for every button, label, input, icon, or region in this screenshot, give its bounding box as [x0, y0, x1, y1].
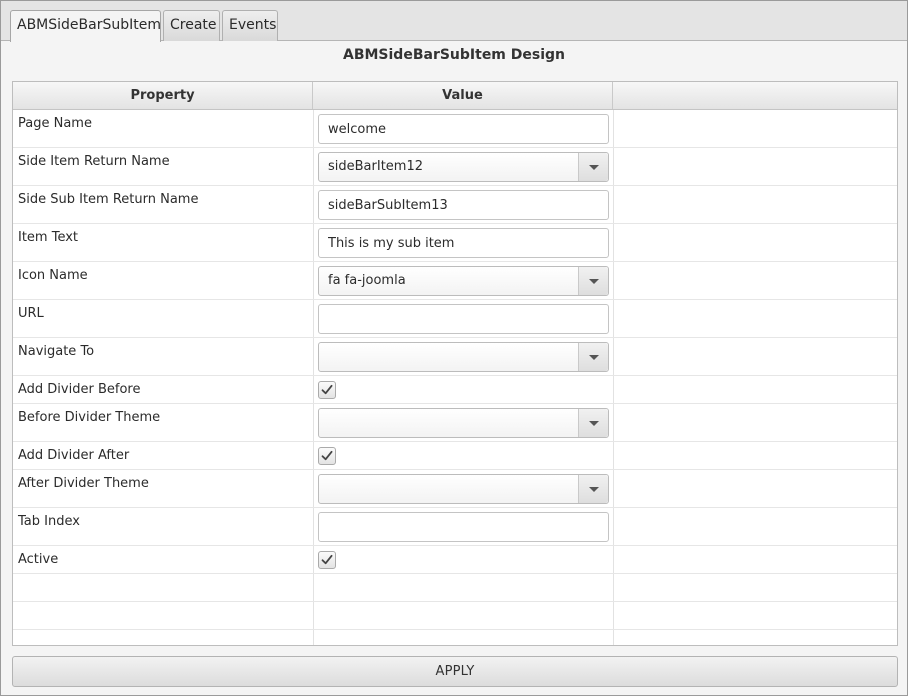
- property-label: Item Text: [18, 230, 79, 245]
- property-checkbox[interactable]: [318, 447, 336, 465]
- column-divider: [313, 546, 314, 573]
- table-row: Before Divider Theme: [13, 404, 897, 442]
- property-value-input[interactable]: [318, 304, 609, 334]
- tab-bar: ABMSideBarSubItem Create Events: [1, 1, 907, 42]
- column-header-property[interactable]: Property: [13, 82, 313, 109]
- column-divider: [313, 338, 314, 375]
- table-row: Side Item Return Name sideBarItem12: [13, 148, 897, 186]
- column-divider: [613, 404, 614, 441]
- table-row: Navigate To: [13, 338, 897, 376]
- property-label: Page Name: [18, 116, 92, 131]
- column-divider: [613, 574, 614, 601]
- property-label: Before Divider Theme: [18, 410, 161, 425]
- property-label: Icon Name: [18, 268, 88, 283]
- column-divider: [313, 508, 314, 545]
- chevron-down-icon[interactable]: [578, 343, 608, 371]
- column-divider: [313, 470, 314, 507]
- property-label: Add Divider Before: [18, 382, 141, 397]
- empty-row: [13, 574, 897, 602]
- column-divider: [313, 262, 314, 299]
- column-divider: [613, 376, 614, 403]
- tab-events[interactable]: Events: [222, 10, 278, 41]
- column-header-value[interactable]: Value: [313, 82, 613, 109]
- column-divider: [313, 404, 314, 441]
- column-divider: [613, 262, 614, 299]
- tab-abmsidebarsubitem[interactable]: ABMSideBarSubItem: [10, 10, 161, 42]
- property-value-combo[interactable]: [318, 342, 609, 372]
- column-divider: [613, 508, 614, 545]
- property-label: Tab Index: [18, 514, 80, 529]
- column-divider: [313, 376, 314, 403]
- table-header: Property Value: [13, 82, 897, 110]
- property-value-input[interactable]: [318, 228, 609, 258]
- column-divider: [613, 300, 614, 337]
- table-row: Tab Index: [13, 508, 897, 546]
- designer-window: ABMSideBarSubItem Create Events ABMSideB…: [0, 0, 908, 696]
- column-divider: [313, 442, 314, 469]
- property-label: Side Sub Item Return Name: [18, 192, 199, 207]
- column-divider: [313, 148, 314, 185]
- property-label: Add Divider After: [18, 448, 130, 463]
- column-divider: [613, 338, 614, 375]
- property-label: Active: [18, 552, 59, 567]
- table-row: After Divider Theme: [13, 470, 897, 508]
- property-value-combo[interactable]: fa fa-joomla: [318, 266, 609, 296]
- column-divider: [313, 186, 314, 223]
- column-divider: [613, 470, 614, 507]
- column-divider: [613, 224, 614, 261]
- property-value-combo[interactable]: sideBarItem12: [318, 152, 609, 182]
- column-divider: [613, 110, 614, 147]
- apply-button[interactable]: APPLY: [12, 656, 898, 687]
- property-value-input[interactable]: [318, 512, 609, 542]
- empty-row: [13, 630, 897, 645]
- column-divider: [313, 300, 314, 337]
- column-divider: [613, 546, 614, 573]
- property-label: Side Item Return Name: [18, 154, 170, 169]
- table-row: Add Divider After: [13, 442, 897, 470]
- property-label: After Divider Theme: [18, 476, 149, 491]
- column-divider: [313, 224, 314, 261]
- column-divider: [613, 148, 614, 185]
- table-row: URL: [13, 300, 897, 338]
- table-row: Page Name: [13, 110, 897, 148]
- column-divider: [313, 602, 314, 629]
- property-checkbox[interactable]: [318, 551, 336, 569]
- combo-selected-value: fa fa-joomla: [328, 273, 406, 288]
- chevron-down-icon[interactable]: [578, 475, 608, 503]
- table-row: Icon Name fa fa-joomla: [13, 262, 897, 300]
- table-row: Active: [13, 546, 897, 574]
- property-value-combo[interactable]: [318, 408, 609, 438]
- column-divider: [613, 602, 614, 629]
- column-divider: [313, 630, 314, 645]
- chevron-down-icon[interactable]: [578, 153, 608, 181]
- property-value-combo[interactable]: [318, 474, 609, 504]
- column-divider: [313, 110, 314, 147]
- property-label: Navigate To: [18, 344, 95, 359]
- property-value-input[interactable]: [318, 190, 609, 220]
- property-table: Property Value Page Name Side Item Return…: [12, 81, 898, 646]
- property-label: URL: [18, 306, 44, 321]
- column-divider: [613, 630, 614, 645]
- table-row: Item Text: [13, 224, 897, 262]
- table-row: Side Sub Item Return Name: [13, 186, 897, 224]
- table-row: Add Divider Before: [13, 376, 897, 404]
- property-checkbox[interactable]: [318, 381, 336, 399]
- column-divider: [613, 442, 614, 469]
- property-value-input[interactable]: [318, 114, 609, 144]
- chevron-down-icon[interactable]: [578, 267, 608, 295]
- design-title: ABMSideBarSubItem Design: [342, 47, 566, 63]
- column-header-extra: [613, 82, 897, 109]
- column-divider: [613, 186, 614, 223]
- combo-selected-value: sideBarItem12: [328, 159, 423, 174]
- column-divider: [313, 574, 314, 601]
- empty-row: [13, 602, 897, 630]
- tab-create[interactable]: Create: [163, 10, 220, 41]
- chevron-down-icon[interactable]: [578, 409, 608, 437]
